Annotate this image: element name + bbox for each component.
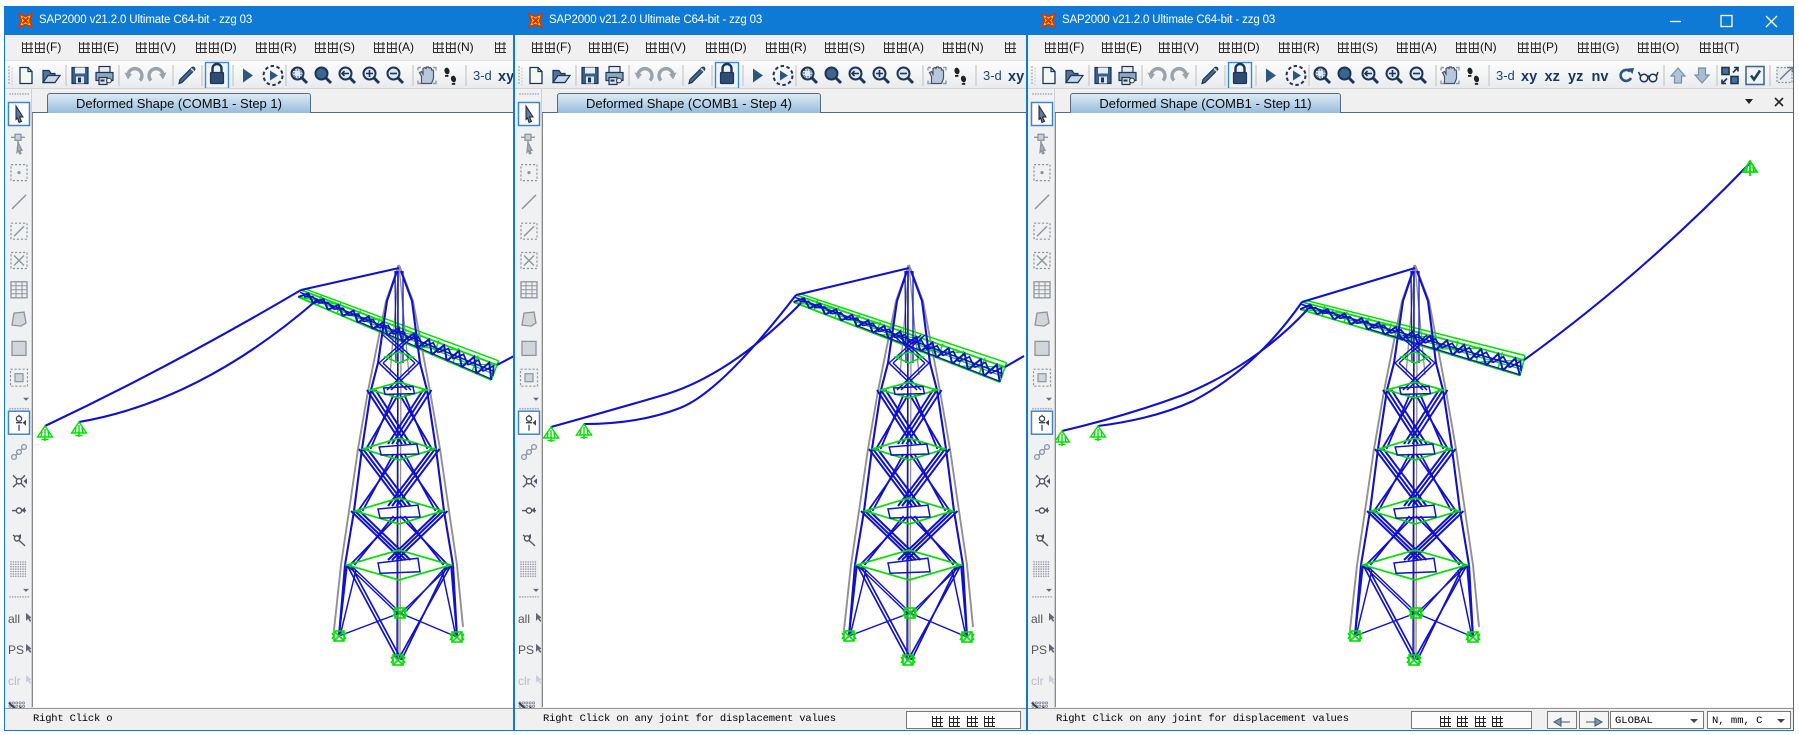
svg-text:3-d: 3-d: [983, 68, 1002, 83]
svg-text:nv: nv: [1592, 69, 1609, 85]
svg-text:xy: xy: [1008, 69, 1024, 85]
svg-text:clr: clr: [518, 674, 531, 688]
svg-text:3-d: 3-d: [473, 68, 492, 83]
svg-text:3-d: 3-d: [1496, 68, 1515, 83]
svg-text:yz: yz: [1568, 69, 1583, 85]
svg-text:PS: PS: [8, 643, 24, 657]
svg-text:clr: clr: [8, 674, 21, 688]
svg-text:PS: PS: [518, 643, 534, 657]
svg-text:all: all: [8, 612, 20, 626]
svg-text:all: all: [518, 612, 530, 626]
svg-text:xy: xy: [498, 69, 513, 85]
svg-text:PS: PS: [1031, 643, 1047, 657]
svg-text:xy: xy: [1521, 69, 1537, 85]
svg-text:xz: xz: [1545, 69, 1560, 85]
svg-text:clr: clr: [1031, 674, 1044, 688]
svg-text:all: all: [1031, 612, 1043, 626]
